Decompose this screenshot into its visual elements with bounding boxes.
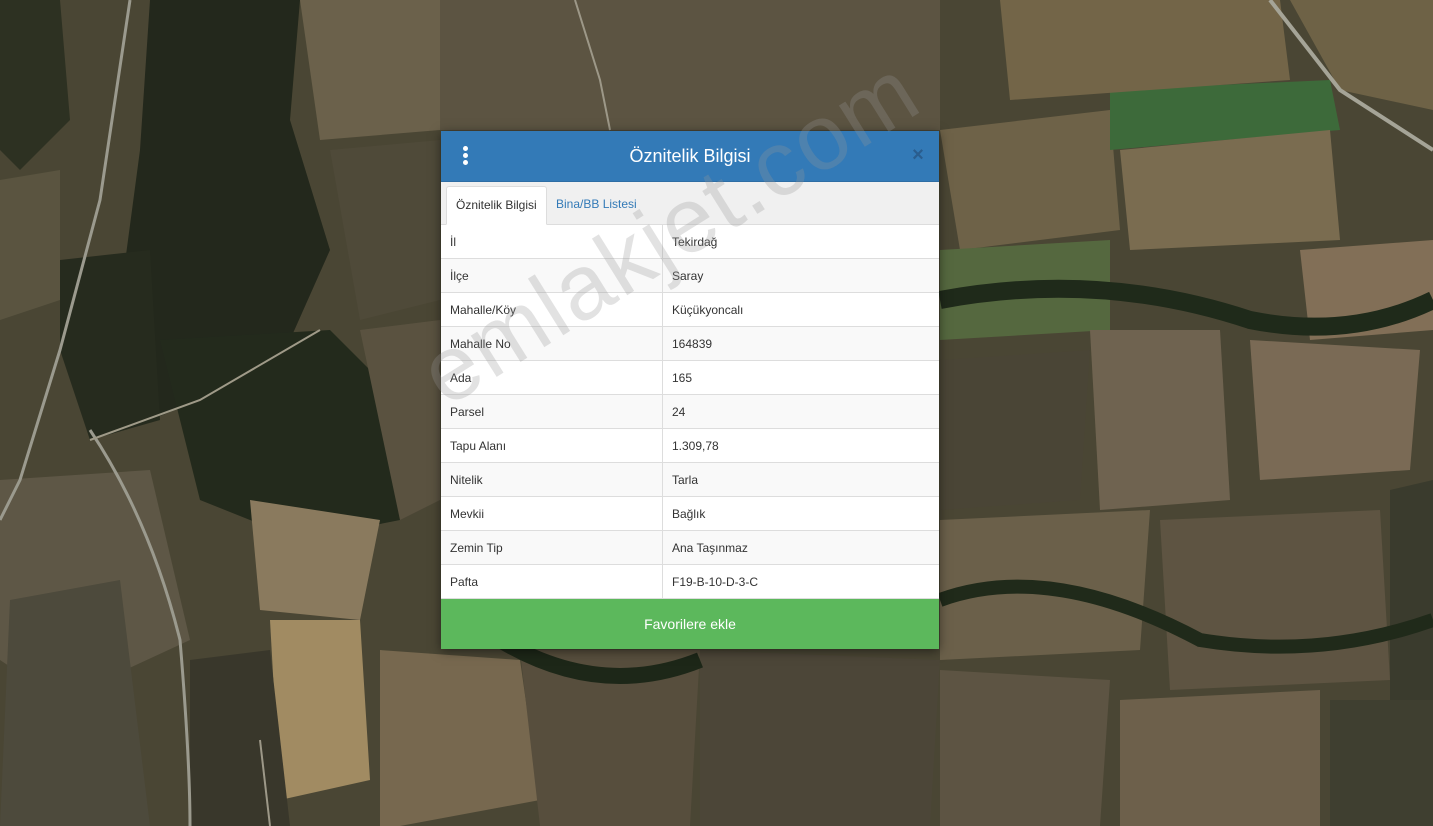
attribute-table: İl Tekirdağ İlçe Saray Mahalle/Köy Küçük… bbox=[441, 225, 939, 599]
close-icon[interactable]: × bbox=[909, 145, 927, 165]
table-row: İlçe Saray bbox=[441, 258, 939, 293]
attribute-key: Ada bbox=[441, 360, 663, 395]
attribute-value: 164839 bbox=[662, 326, 939, 361]
tab-attribute-info[interactable]: Öznitelik Bilgisi bbox=[446, 186, 547, 225]
table-row: Tapu Alanı 1.309,78 bbox=[441, 428, 939, 463]
add-to-favorites-button[interactable]: Favorilere ekle bbox=[441, 599, 939, 649]
dialog-header: Öznitelik Bilgisi × bbox=[441, 131, 939, 182]
attribute-key: Mahalle No bbox=[441, 326, 663, 361]
attribute-key: Parsel bbox=[441, 394, 663, 429]
attribute-value: Tarla bbox=[662, 462, 939, 497]
table-row: Ada 165 bbox=[441, 360, 939, 395]
table-row: İl Tekirdağ bbox=[441, 225, 939, 259]
attribute-value: 1.309,78 bbox=[662, 428, 939, 463]
attribute-key: İlçe bbox=[441, 258, 663, 293]
table-row: Mahalle/Köy Küçükyoncalı bbox=[441, 292, 939, 327]
attribute-value: 24 bbox=[662, 394, 939, 429]
attribute-value: F19-B-10-D-3-C bbox=[662, 564, 939, 599]
table-row: Mevkii Bağlık bbox=[441, 496, 939, 531]
attribute-value: Ana Taşınmaz bbox=[662, 530, 939, 565]
table-row: Mahalle No 164839 bbox=[441, 326, 939, 361]
attribute-info-dialog: Öznitelik Bilgisi × Öznitelik Bilgisi Bi… bbox=[441, 131, 939, 649]
attribute-key: Mahalle/Köy bbox=[441, 292, 663, 327]
attribute-key: Tapu Alanı bbox=[441, 428, 663, 463]
table-row: Parsel 24 bbox=[441, 394, 939, 429]
attribute-key: Zemin Tip bbox=[441, 530, 663, 565]
attribute-value: Bağlık bbox=[662, 496, 939, 531]
attribute-value: Saray bbox=[662, 258, 939, 293]
attribute-value: 165 bbox=[662, 360, 939, 395]
table-row: Pafta F19-B-10-D-3-C bbox=[441, 564, 939, 599]
attribute-key: İl bbox=[441, 225, 663, 259]
attribute-key: Pafta bbox=[441, 564, 663, 599]
attribute-key: Nitelik bbox=[441, 462, 663, 497]
attribute-value: Küçükyoncalı bbox=[662, 292, 939, 327]
dialog-title: Öznitelik Bilgisi bbox=[629, 146, 751, 166]
tab-building-list[interactable]: Bina/BB Listesi bbox=[547, 186, 646, 223]
table-row: Nitelik Tarla bbox=[441, 462, 939, 497]
table-row: Zemin Tip Ana Taşınmaz bbox=[441, 530, 939, 565]
attribute-value: Tekirdağ bbox=[662, 225, 939, 259]
kebab-menu-icon[interactable] bbox=[456, 144, 474, 168]
attribute-key: Mevkii bbox=[441, 496, 663, 531]
tab-bar: Öznitelik Bilgisi Bina/BB Listesi bbox=[441, 182, 939, 225]
